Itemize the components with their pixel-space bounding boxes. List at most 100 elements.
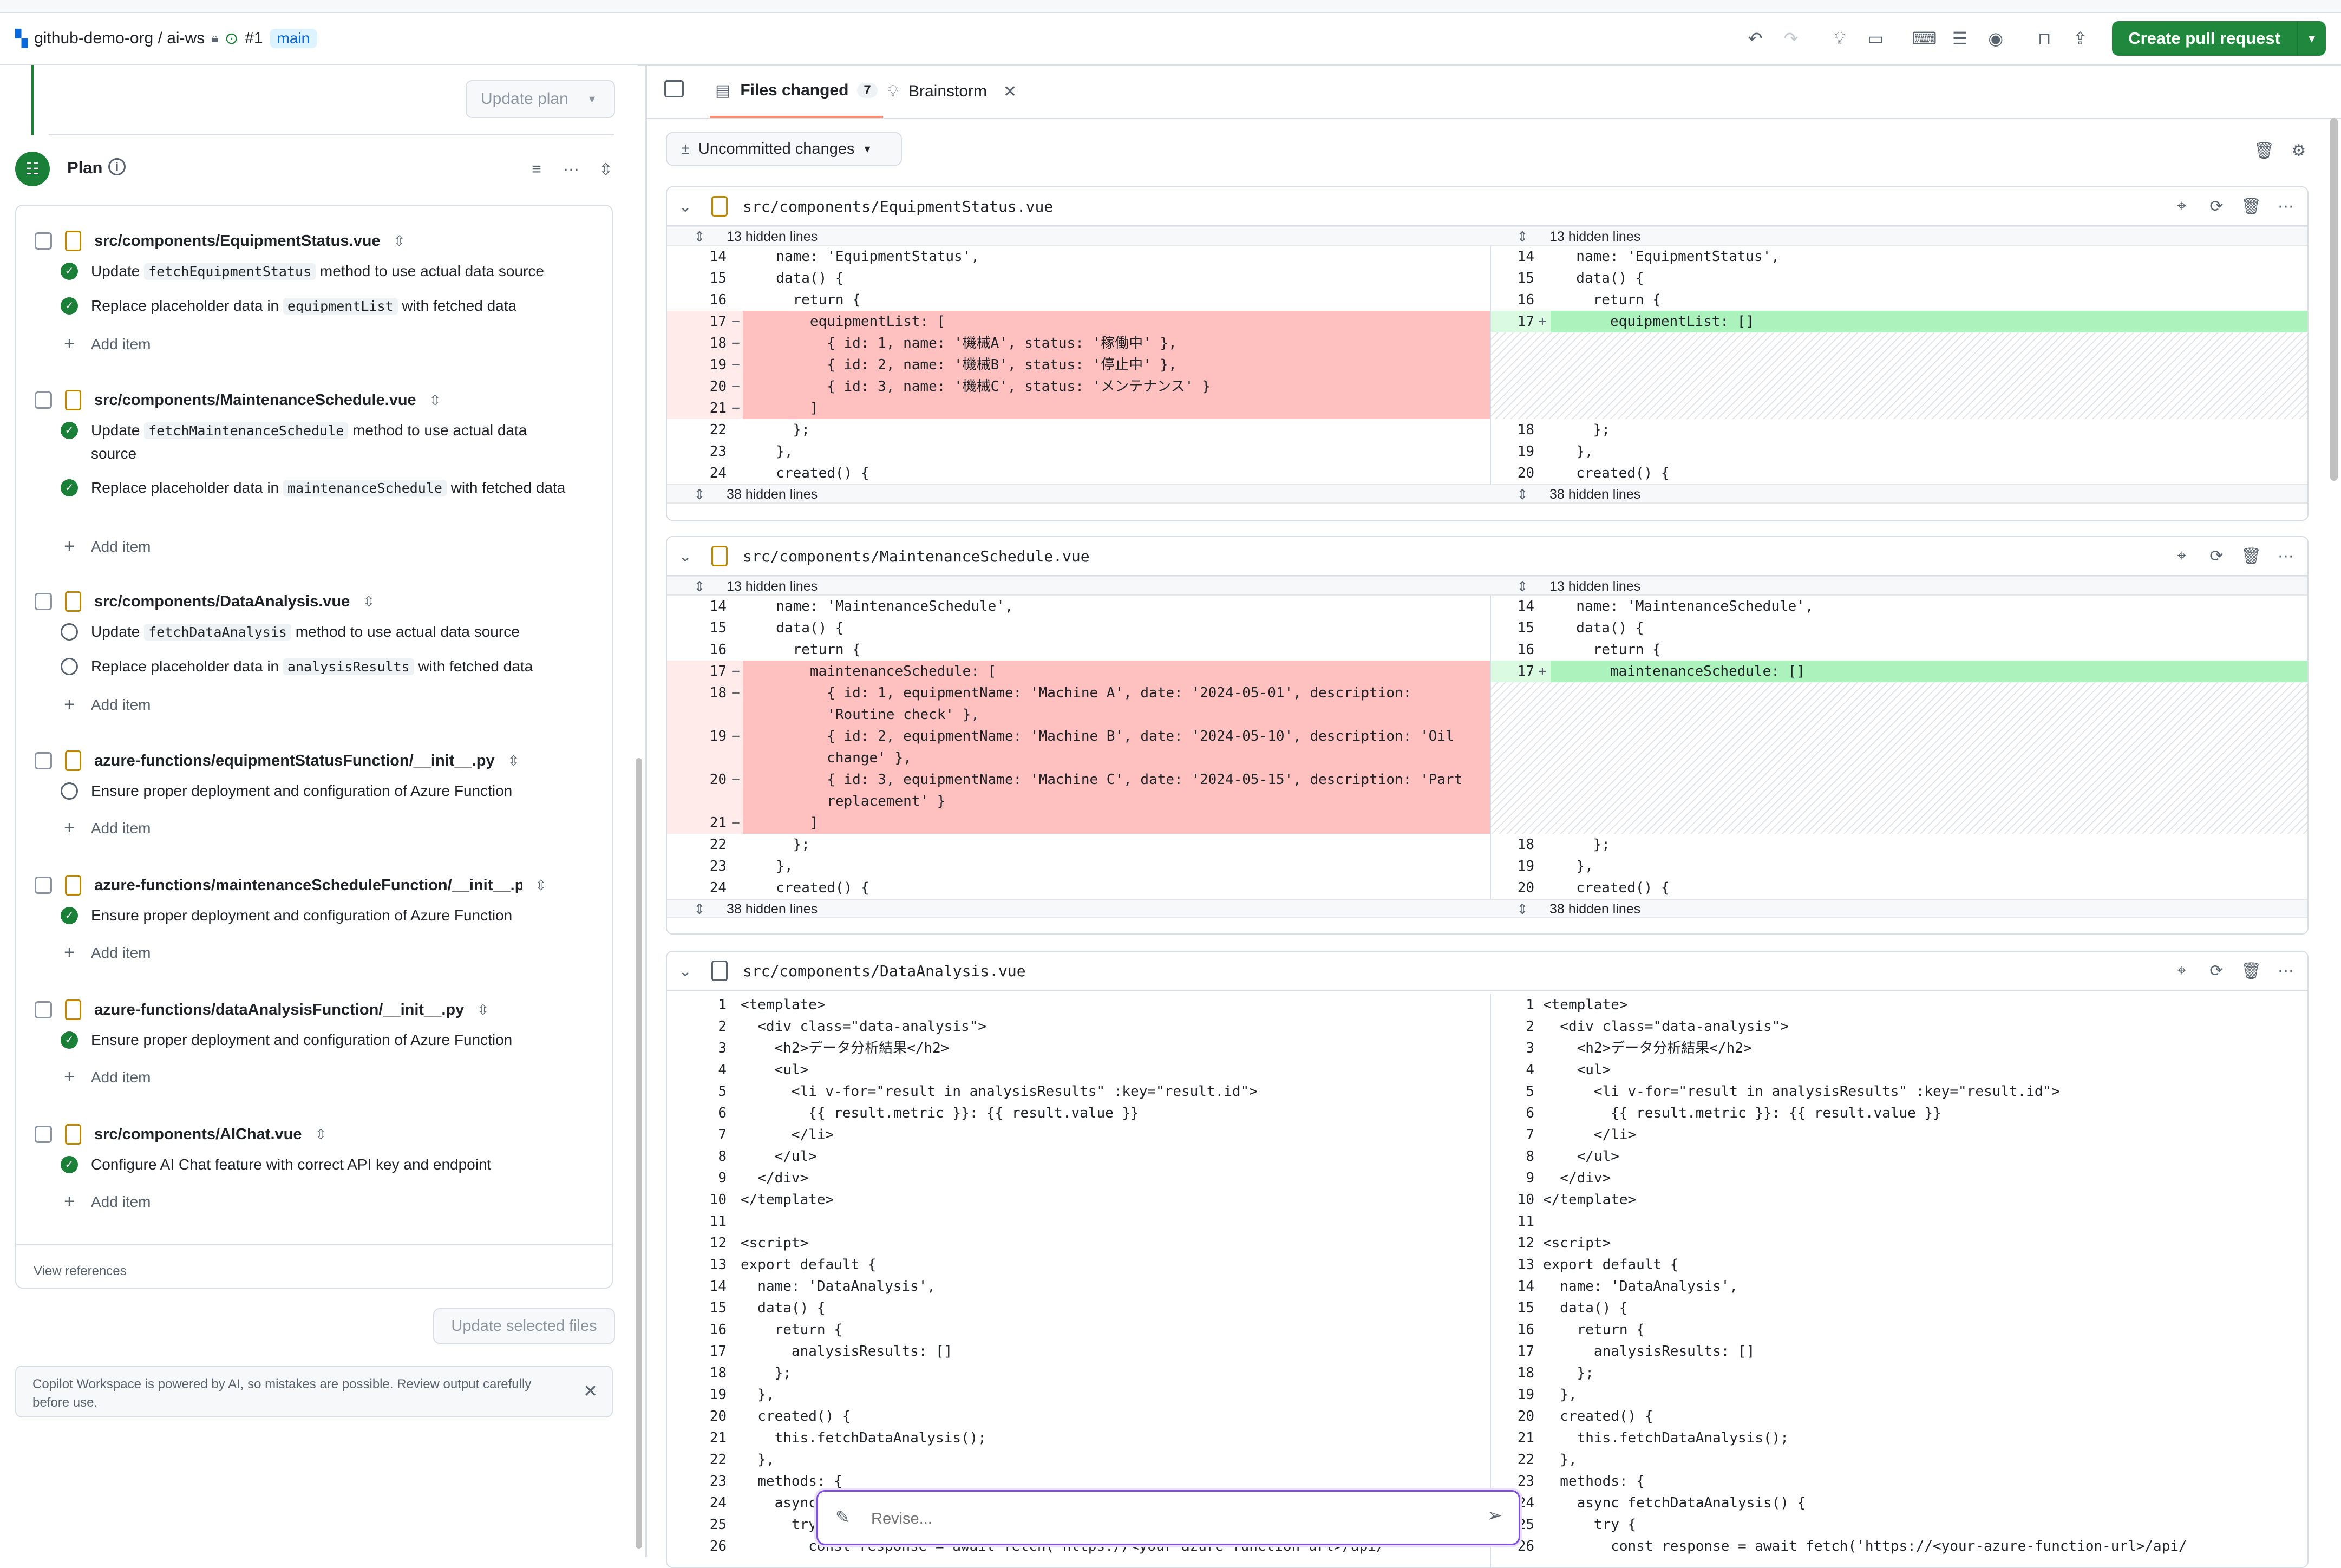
task-done-icon[interactable]: ✓ — [61, 907, 78, 924]
plan-task[interactable]: ✓ Replace placeholder data in maintenanc… — [61, 476, 575, 500]
refresh-icon[interactable]: ⟳ — [2205, 959, 2228, 983]
task-done-icon[interactable]: ✓ — [61, 297, 78, 315]
file-checkbox[interactable] — [35, 232, 52, 250]
create-pull-request-button[interactable]: Create pull request ▾ — [2112, 21, 2326, 56]
collapse-icon[interactable]: ⇳ — [593, 157, 618, 182]
info-icon[interactable]: i — [108, 158, 126, 175]
broadcast-icon[interactable]: ◉ — [1983, 26, 2008, 51]
expand-icon[interactable]: ⇕ — [1512, 228, 1533, 245]
undo-icon[interactable]: ↶ — [1743, 26, 1768, 51]
add-item-button[interactable]: + Add item — [61, 1191, 151, 1212]
tab-brainstorm[interactable]: 💡︎ Brainstorm ✕ — [887, 65, 1017, 118]
sidebar-toggle-icon[interactable] — [664, 80, 684, 97]
refresh-icon[interactable]: ⟳ — [2205, 544, 2228, 568]
hidden-lines-row[interactable]: ⇕ 38 hidden lines ⇕ 38 hidden lines — [667, 484, 2307, 504]
trash-icon[interactable]: 🗑︎ — [2239, 194, 2263, 218]
expand-icon[interactable]: ⇕ — [1512, 486, 1533, 503]
share-icon[interactable]: ⇪ — [2068, 26, 2092, 51]
hidden-lines-row[interactable]: ⇕ 13 hidden lines ⇕ 13 hidden lines — [667, 226, 2307, 246]
drag-handle-icon[interactable]: ⇳ — [508, 753, 520, 769]
plan-file-name[interactable]: azure-functions/dataAnalysisFunction/__i… — [94, 1001, 464, 1019]
plan-task[interactable]: Replace placeholder data in analysisResu… — [61, 655, 575, 678]
diff-file-path[interactable]: src/components/MaintenanceSchedule.vue — [743, 547, 1090, 565]
expand-icon[interactable]: ⇕ — [1512, 578, 1533, 595]
task-done-icon[interactable]: ✓ — [61, 422, 78, 439]
lightbulb-icon[interactable]: 💡︎ — [1827, 26, 1852, 51]
plan-task[interactable]: ✓ Update fetchEquipmentStatus method to … — [61, 260, 575, 283]
chevron-down-icon[interactable]: ⌄ — [679, 962, 701, 980]
task-open-icon[interactable] — [61, 782, 78, 800]
trash-icon[interactable]: 🗑︎ — [2252, 139, 2276, 162]
task-done-icon[interactable]: ✓ — [61, 1031, 78, 1049]
add-item-button[interactable]: + Add item — [61, 536, 151, 557]
update-selected-files-button[interactable]: Update selected files — [433, 1308, 615, 1344]
target-icon[interactable]: ⌖ — [2170, 959, 2194, 983]
drag-handle-icon[interactable]: ⇳ — [363, 593, 375, 610]
plan-task[interactable]: ✓ Replace placeholder data in equipmentL… — [61, 295, 575, 318]
right-scrollbar[interactable] — [2330, 118, 2338, 481]
file-checkbox[interactable] — [35, 752, 52, 769]
plan-task[interactable]: ✓ Ensure proper deployment and configura… — [61, 1029, 575, 1051]
plan-file-name[interactable]: src/components/EquipmentStatus.vue — [94, 232, 381, 250]
expand-icon[interactable]: ⇕ — [689, 578, 710, 595]
left-scrollbar[interactable] — [636, 758, 642, 1549]
panel-divider[interactable] — [645, 65, 647, 1557]
expand-icon[interactable]: ⇕ — [1512, 901, 1533, 918]
task-open-icon[interactable] — [61, 623, 78, 641]
branch-badge[interactable]: main — [269, 29, 318, 48]
repo-name[interactable]: github-demo-org / ai-ws — [34, 29, 205, 48]
expand-icon[interactable]: ⇕ — [689, 228, 710, 245]
plan-file-name[interactable]: azure-functions/maintenanceScheduleFunct… — [94, 877, 522, 894]
kebab-menu-icon[interactable]: ⋯ — [2274, 194, 2298, 218]
plan-file-name[interactable]: src/components/DataAnalysis.vue — [94, 593, 350, 611]
drag-handle-icon[interactable]: ⇳ — [535, 877, 547, 894]
plan-task[interactable]: ✓ Update fetchMaintenanceSchedule method… — [61, 419, 575, 465]
drag-handle-icon[interactable]: ⇳ — [477, 1002, 489, 1018]
kebab-menu-icon[interactable]: ⋯ — [2274, 544, 2298, 568]
issue-number[interactable]: #1 — [245, 29, 263, 48]
trash-icon[interactable]: 🗑︎ — [2239, 544, 2263, 568]
file-checkbox[interactable] — [35, 593, 52, 610]
redo-icon[interactable]: ↷ — [1778, 26, 1803, 51]
view-references-link[interactable]: View references — [34, 1264, 127, 1279]
file-checkbox[interactable] — [35, 391, 52, 409]
drag-handle-icon[interactable]: ⇳ — [394, 233, 406, 250]
add-item-button[interactable]: + Add item — [61, 694, 151, 715]
expand-icon[interactable]: ⇕ — [689, 901, 710, 918]
drag-handle-icon[interactable]: ⇳ — [429, 392, 441, 409]
plan-file-name[interactable]: src/components/AIChat.vue — [94, 1126, 302, 1144]
tab-files-changed[interactable]: ▤ Files changed 7 — [710, 65, 883, 118]
file-checkbox[interactable] — [35, 1001, 52, 1018]
uncommitted-changes-dropdown[interactable]: ± Uncommitted changes ▾ — [666, 132, 902, 166]
drag-handle-icon[interactable]: ⇳ — [315, 1126, 327, 1143]
kebab-menu-icon[interactable]: ⋯ — [559, 157, 584, 182]
revise-input[interactable] — [870, 1505, 1414, 1533]
add-item-button[interactable]: + Add item — [61, 818, 151, 839]
kebab-menu-icon[interactable]: ⋯ — [2274, 959, 2298, 983]
plan-task[interactable]: Update fetchDataAnalysis method to use a… — [61, 620, 575, 644]
target-icon[interactable]: ⌖ — [2170, 194, 2194, 218]
target-icon[interactable]: ⌖ — [2170, 544, 2194, 568]
hidden-lines-row[interactable]: ⇕ 38 hidden lines ⇕ 38 hidden lines — [667, 899, 2307, 918]
add-item-button[interactable]: + Add item — [61, 1067, 151, 1088]
diff-file-path[interactable]: src/components/EquipmentStatus.vue — [743, 198, 1053, 215]
terminal-icon[interactable]: ⌨ — [1912, 26, 1937, 51]
plan-task[interactable]: ✓ Configure AI Chat feature with correct… — [61, 1153, 575, 1176]
chevron-down-icon[interactable]: ▾ — [2297, 21, 2326, 56]
add-item-button[interactable]: + Add item — [61, 942, 151, 963]
task-open-icon[interactable] — [61, 658, 78, 675]
expand-icon[interactable]: ⇕ — [689, 486, 710, 503]
server-icon[interactable]: ☰ — [1947, 26, 1972, 51]
folder-icon[interactable]: ▭ — [1863, 26, 1888, 51]
file-checkbox[interactable] — [35, 877, 52, 894]
hidden-lines-row[interactable]: ⇕ 13 hidden lines ⇕ 13 hidden lines — [667, 576, 2307, 596]
diff-file-path[interactable]: src/components/DataAnalysis.vue — [743, 962, 1026, 980]
chevron-down-icon[interactable]: ▾ — [589, 92, 595, 106]
plan-file-name[interactable]: src/components/MaintenanceSchedule.vue — [94, 391, 416, 409]
add-item-button[interactable]: + Add item — [61, 334, 151, 355]
plan-file-name[interactable]: azure-functions/equipmentStatusFunction/… — [94, 752, 495, 770]
bookmark-icon[interactable]: ⊓ — [2032, 26, 2057, 51]
trash-icon[interactable]: 🗑︎ — [2239, 959, 2263, 983]
task-done-icon[interactable]: ✓ — [61, 479, 78, 496]
gear-icon[interactable]: ⚙ — [2287, 139, 2311, 162]
